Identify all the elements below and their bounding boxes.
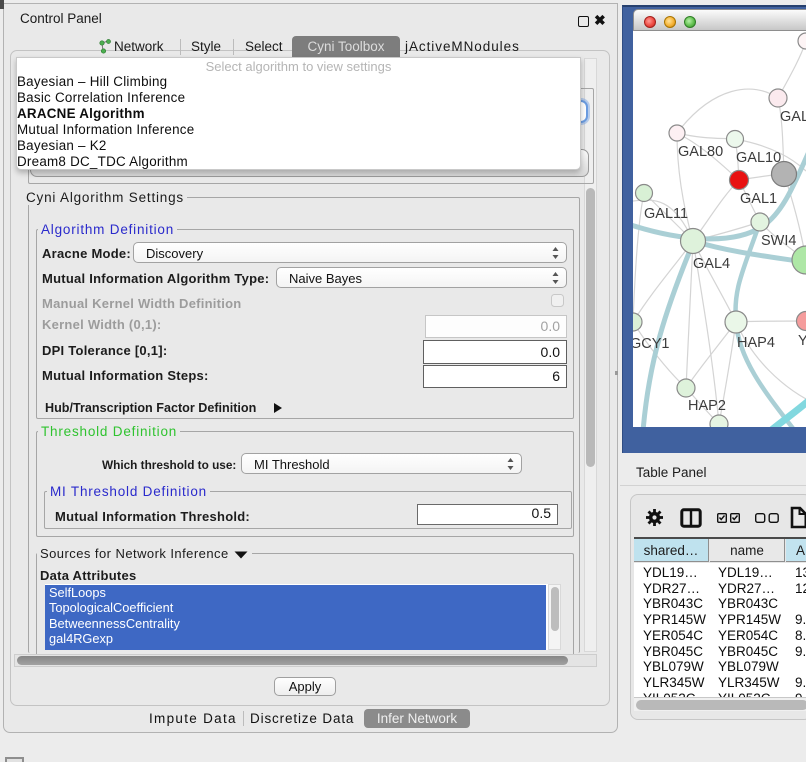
svg-text:YJ: YJ — [798, 333, 806, 349]
svg-text:HAP4: HAP4 — [737, 335, 775, 351]
svg-text:GAL80: GAL80 — [678, 144, 723, 160]
svg-text:GAL10: GAL10 — [736, 150, 781, 166]
svg-text:GAL11: GAL11 — [644, 206, 688, 222]
svg-text:GAL4: GAL4 — [693, 256, 730, 272]
svg-text:HAP2: HAP2 — [688, 398, 726, 414]
svg-text:GCY1: GCY1 — [633, 336, 670, 352]
svg-text:GAL1: GAL1 — [740, 191, 777, 207]
svg-text:SWI4: SWI4 — [761, 233, 796, 249]
svg-text:GAL7: GAL7 — [780, 109, 806, 125]
